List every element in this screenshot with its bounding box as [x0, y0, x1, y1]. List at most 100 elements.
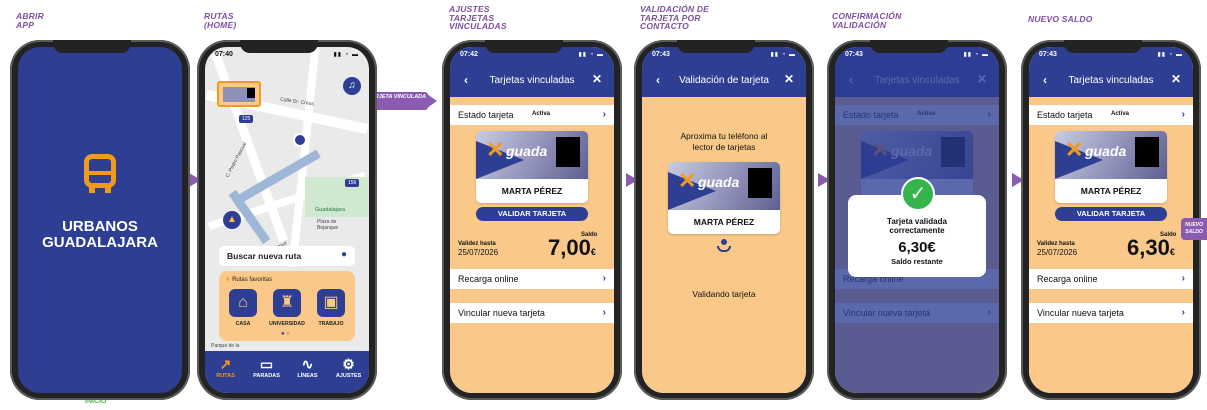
card-holder-name: MARTA PÉREZ [693, 217, 755, 227]
chevron-right-icon: › [1181, 307, 1185, 318]
popup-title: Tarjeta validada correctamente [887, 217, 947, 235]
street-label: C. Pedro Pascual [224, 141, 249, 179]
favorites-panel: ★ Rutas favoritas ⌂ ♜ ▣ CASA UNIVERSIDAD… [219, 271, 355, 341]
balance-amount: 6,30€ [1127, 235, 1175, 260]
card-status-row[interactable]: Estado tarjeta Activa › [1029, 105, 1193, 125]
header: 07:43 ▮▮ ◔ ▬ ‹ Validación de tarjeta ✕ [642, 47, 806, 97]
card-logo-x: ✕ [486, 137, 505, 162]
route-icon: ↗ [219, 356, 232, 372]
status-time: 07:43 [845, 51, 863, 58]
warning-button[interactable]: ▲ [223, 211, 241, 229]
linked-card-thumbnail[interactable] [217, 81, 261, 107]
close-button[interactable]: ✕ [592, 72, 602, 86]
transport-card: ✕ guada MARTA PÉREZ [476, 131, 588, 203]
bus-icon [84, 154, 116, 194]
chevron-right-icon: › [602, 273, 606, 284]
validating-status: Validando tarjeta [692, 289, 756, 299]
validate-card-button[interactable]: VALIDAR TARJETA [1055, 207, 1167, 221]
notch [240, 40, 318, 53]
notch [677, 40, 755, 53]
card-status-row[interactable]: Estado tarjeta Activa › [450, 105, 614, 125]
street-label: Plaza de Bejanque [317, 219, 339, 231]
status-icons: ▮▮ ◔ ▬ [963, 52, 989, 58]
step-label-open-app: ABRIR APP [16, 11, 44, 30]
favorites-title: ★ Rutas favoritas [225, 277, 273, 283]
transport-card: ✕ guada MARTA PÉREZ [668, 162, 780, 234]
stop-icon: ▭ [259, 356, 274, 372]
step-label-confirmation: CONFIRMACIÓN VALIDACIÓN [832, 11, 902, 30]
nfc-person-icon [717, 239, 731, 253]
validity-label: Validez hasta [458, 241, 496, 247]
status-icons: ▮▮ ◔ ▬ [578, 52, 604, 58]
status-time: 07:43 [652, 51, 670, 58]
route-badge: 156 [345, 179, 360, 187]
link-card-row[interactable]: Vincular nueva tarjeta › [1029, 303, 1193, 323]
fav-home-button[interactable]: ⌂ [229, 289, 257, 317]
link-card-row[interactable]: Vincular nueva tarjeta › [450, 303, 614, 323]
route-badge: 125 [239, 115, 254, 123]
location-pin-icon [293, 133, 307, 147]
star-icon: ★ [225, 277, 231, 283]
balance-amount: 7,00€ [548, 235, 596, 260]
tab-lineas[interactable]: ∿ LÍNEAS [287, 355, 328, 379]
street-label: Guadalajara [315, 207, 345, 213]
pager-dots: ● ○ [281, 331, 290, 337]
card-logo-x: ✕ [1065, 137, 1084, 162]
step-label-new-balance: NUEVO SALDO [1028, 14, 1093, 24]
status-badge: Activa [532, 111, 551, 117]
close-button[interactable]: ✕ [784, 72, 794, 86]
validity-date: 25/07/2026 [458, 248, 499, 257]
card-photo [1135, 137, 1159, 167]
phone-confirmation: ‹ Tarjetas vinculadas ✕ Estado tarjeta A… [827, 40, 1007, 400]
nuevo-saldo-callout: NUEVO SALDO [1181, 218, 1207, 240]
card-holder-name: MARTA PÉREZ [1080, 186, 1142, 196]
validation-screen: 07:43 ▮▮ ◔ ▬ ‹ Validación de tarjeta ✕ A… [642, 47, 806, 393]
lines-icon: ∿ [301, 356, 314, 372]
phone-card-settings: 07:42 ▮▮ ◔ ▬ ‹ Tarjetas vinculadas ✕ Est… [442, 40, 622, 400]
page-title: Tarjetas vinculadas [1068, 75, 1154, 86]
recharge-row[interactable]: Recarga online › [450, 269, 614, 289]
fav-work-button[interactable]: ▣ [317, 289, 345, 317]
fav-university-button[interactable]: ♜ [273, 289, 301, 317]
confirmation-screen: ‹ Tarjetas vinculadas ✕ Estado tarjeta A… [835, 47, 999, 393]
step-label-card-settings: AJUSTES TARJETAS VINCULADAS [449, 4, 507, 31]
map-screen: 07:40 ▮▮ ◔ ▬ Calle Dr. Creus C. Pedro Pa… [205, 47, 369, 393]
notch [1064, 40, 1142, 53]
page-title: Validación de tarjeta [679, 75, 769, 86]
mic-icon[interactable]: ● [341, 249, 347, 260]
fav-label: UNIVERSIDAD [269, 321, 305, 327]
phone-routes-home: 07:40 ▮▮ ◔ ▬ Calle Dr. Creus C. Pedro Pa… [197, 40, 377, 400]
card-holder-name: MARTA PÉREZ [501, 186, 563, 196]
phone-splash: URBANOS GUADALAJARA [10, 40, 190, 400]
street-label: Parque de la [211, 343, 240, 349]
validity-date: 25/07/2026 [1037, 248, 1078, 257]
music-button[interactable]: ♫ [343, 77, 361, 95]
search-input[interactable]: Buscar nueva ruta ● [219, 246, 355, 266]
validate-card-button[interactable]: VALIDAR TARJETA [476, 207, 588, 221]
card-photo [748, 168, 772, 198]
card-brand: guada [1085, 143, 1127, 159]
status-badge: Activa [1111, 111, 1130, 117]
recharge-row[interactable]: Recarga online › [1029, 269, 1193, 289]
tab-paradas[interactable]: ▭ PARADAS [246, 355, 287, 379]
page-title: Tarjetas vinculadas [489, 75, 575, 86]
status-icons: ▮▮ ◔ ▬ [333, 52, 359, 58]
status-time: 07:40 [215, 51, 233, 58]
status-time: 07:42 [460, 51, 478, 58]
popup-subtitle: Saldo restante [891, 257, 943, 266]
app-title-line2: GUADALAJARA [42, 234, 158, 251]
notch [870, 40, 948, 53]
callout-arrow [427, 94, 437, 108]
app-title-line1: URBANOS [62, 218, 138, 235]
card-logo-x: ✕ [678, 168, 697, 193]
status-icons: ▮▮ ◔ ▬ [1157, 52, 1183, 58]
chevron-right-icon: › [602, 307, 606, 318]
tab-ajustes[interactable]: ⚙ AJUSTES [328, 355, 369, 379]
chevron-right-icon: › [602, 109, 606, 120]
notch [53, 40, 131, 53]
gear-icon: ⚙ [342, 356, 355, 372]
phone-new-balance: 07:43 ▮▮ ◔ ▬ ‹ Tarjetas vinculadas ✕ Est… [1021, 40, 1201, 400]
tab-rutas[interactable]: ↗ RUTAS [205, 355, 246, 379]
transport-card: ✕ guada MARTA PÉREZ [1055, 131, 1167, 203]
close-button[interactable]: ✕ [1171, 72, 1181, 86]
